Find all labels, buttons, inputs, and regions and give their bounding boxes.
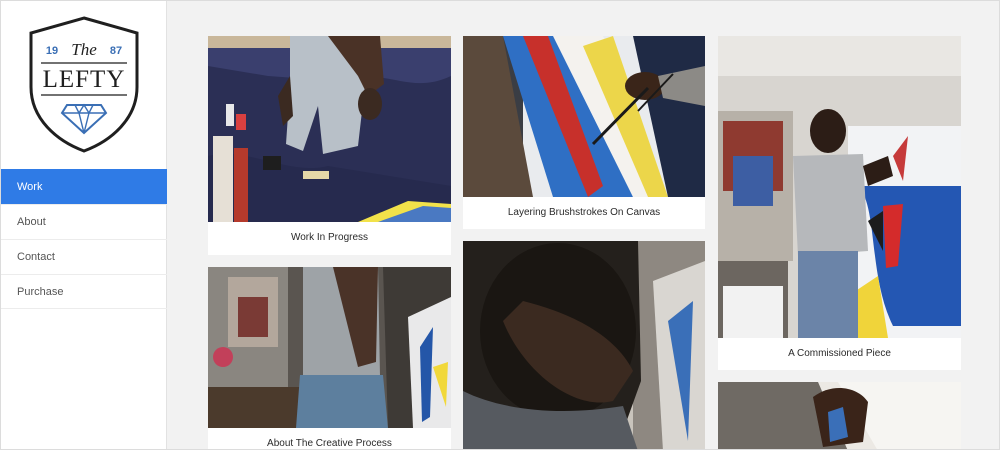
photo-creative-process	[208, 267, 451, 428]
photo-closeup	[463, 241, 705, 449]
main-nav: Work About Contact Purchase	[1, 169, 167, 309]
photo-hands	[718, 382, 961, 449]
card-caption: Work In Progress	[290, 232, 369, 243]
photo-commissioned-piece	[718, 36, 961, 338]
site-logo[interactable]: The 19 87 LEFTY	[25, 15, 143, 155]
logo-name: LEFTY	[43, 66, 126, 93]
photo-work-in-progress	[208, 36, 451, 222]
nav-item-about[interactable]: About	[1, 204, 167, 239]
sidebar: The 19 87 LEFTY Work About Contact Purch…	[1, 1, 167, 449]
gallery-card-hands[interactable]	[718, 382, 961, 449]
nav-item-work[interactable]: Work	[1, 169, 167, 204]
gallery-card-layering-brushstrokes[interactable]: Layering Brushstrokes On Canvas	[463, 36, 705, 229]
card-caption: A Commissioned Piece	[788, 348, 891, 359]
photo-layering-brushstrokes	[463, 36, 705, 197]
nav-item-contact[interactable]: Contact	[1, 239, 167, 274]
gallery-card-work-in-progress[interactable]: Work In Progress	[208, 36, 451, 255]
gallery-card-closeup[interactable]	[463, 241, 705, 449]
card-caption: About The Creative Process	[267, 438, 392, 449]
nav-item-purchase[interactable]: Purchase	[1, 274, 167, 309]
logo-the: The	[71, 40, 97, 59]
logo-year-right: 87	[110, 45, 122, 57]
logo-year-left: 19	[46, 45, 58, 57]
gallery-card-commissioned-piece[interactable]: A Commissioned Piece	[718, 36, 961, 370]
gallery-card-creative-process[interactable]: About The Creative Process	[208, 267, 451, 449]
card-caption: Layering Brushstrokes On Canvas	[507, 207, 661, 218]
page-frame: The 19 87 LEFTY Work About Contact Purch…	[0, 0, 1000, 450]
